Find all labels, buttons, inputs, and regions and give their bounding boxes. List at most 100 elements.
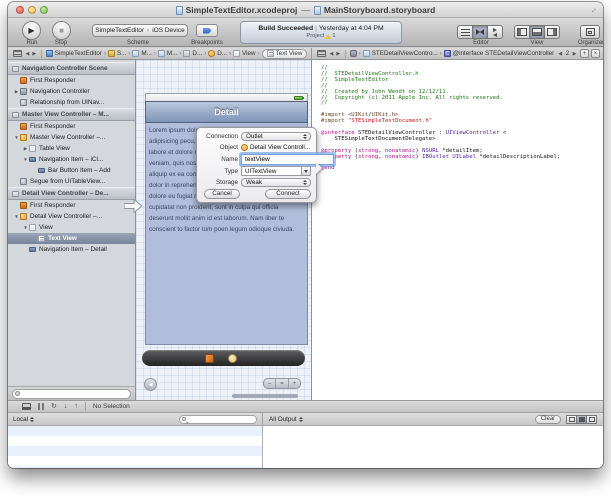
- jumpbar-crumb[interactable]: M...: [132, 50, 152, 57]
- jumpbar-crumb[interactable]: [350, 50, 357, 57]
- collapse-left-icon: ◀: [149, 382, 153, 388]
- view-controller-dock-icon[interactable]: [205, 354, 214, 363]
- add-assistant-button[interactable]: +: [580, 49, 589, 58]
- scene-header[interactable]: Master View Controller – M...: [8, 108, 135, 121]
- combo-dropdown-button[interactable]: [301, 167, 310, 175]
- outline-row[interactable]: ▼Master View Controller –...: [8, 132, 135, 143]
- zoom-out-button[interactable]: –: [264, 379, 275, 388]
- divider: [41, 50, 42, 58]
- pause-icon[interactable]: [38, 403, 44, 410]
- jumpbar-crumb[interactable]: M...: [158, 50, 178, 57]
- title-bar[interactable]: SimpleTextEditor.xcodeproj — MainStorybo…: [8, 2, 603, 18]
- window-title-project: SimpleTextEditor.xcodeproj: [186, 5, 298, 15]
- connection-popup[interactable]: Outlet: [241, 132, 311, 141]
- disclosure-triangle[interactable]: ▼: [22, 157, 29, 162]
- disclosure-triangle[interactable]: ▼: [13, 135, 20, 140]
- stop-button[interactable]: ■: [52, 21, 71, 40]
- close-button[interactable]: [16, 6, 24, 14]
- utilities-toggle-button[interactable]: [544, 25, 560, 39]
- outline-row[interactable]: Text View: [8, 233, 135, 244]
- outline-row[interactable]: ▶Table View: [8, 143, 135, 154]
- view-icon: [29, 224, 36, 231]
- outline-row[interactable]: ▼View: [8, 222, 135, 233]
- zoom-in-button[interactable]: +: [288, 379, 300, 388]
- jumpbar-crumb[interactable]: Text View: [262, 49, 308, 59]
- step-out-icon[interactable]: ↑: [74, 403, 78, 410]
- outline-row[interactable]: Bar Button Item – Add: [8, 165, 135, 176]
- code-editor[interactable]: //// STEDetailViewController.h// SimpleT…: [311, 60, 603, 400]
- connect-button[interactable]: Connect: [265, 189, 311, 199]
- breakpoints-button[interactable]: [196, 24, 218, 37]
- outline-row[interactable]: Segue from UITableView...: [8, 176, 135, 187]
- jumpbar-crumb[interactable]: C@interface STEDetailViewController: [444, 50, 554, 57]
- warning-count[interactable]: 1: [332, 33, 335, 39]
- zoom-button[interactable]: [40, 6, 48, 14]
- ib-canvas[interactable]: Detail Lorem ipsum dolor sit er elit lam…: [136, 60, 311, 400]
- activity-viewer: Build Succeeded|Yesterday at 4:04 PM Pro…: [240, 21, 402, 44]
- forward-button[interactable]: ▶: [336, 51, 340, 57]
- console-layout-control: [567, 415, 597, 424]
- jumpbar-crumb[interactable]: SimpleTextEditor: [46, 50, 102, 57]
- outline-row[interactable]: ▶Navigation Controller: [8, 86, 135, 97]
- debug-area-toggle-button[interactable]: [529, 25, 545, 39]
- version-editor-button[interactable]: [487, 25, 503, 39]
- disclosure-triangle[interactable]: ▼: [13, 214, 20, 219]
- step-into-icon[interactable]: ↓: [64, 403, 68, 410]
- jumpbar-crumb[interactable]: STEDetailViewContro...: [363, 50, 438, 57]
- history-forward-button[interactable]: ▶: [573, 51, 577, 57]
- standard-editor-button[interactable]: [457, 25, 473, 39]
- variables-search-field[interactable]: [179, 415, 257, 424]
- type-combo[interactable]: UITextView: [241, 166, 311, 176]
- outline-row[interactable]: Navigation Item – Detail: [8, 244, 135, 255]
- outline-row[interactable]: First Responder: [8, 75, 135, 86]
- scheme-selector[interactable]: SimpleTextEditor › iOS Device: [92, 24, 188, 37]
- forward-button[interactable]: ▶: [32, 51, 36, 57]
- jumpbar-crumb[interactable]: D...: [183, 50, 202, 57]
- jumpbar-crumb[interactable]: S...: [108, 50, 126, 57]
- debug-area: [8, 426, 603, 468]
- horizontal-scrollbar[interactable]: [232, 394, 298, 398]
- console-scope[interactable]: All Output: [269, 416, 297, 423]
- scene-header[interactable]: Navigation Controller Scene: [8, 62, 135, 75]
- minimize-button[interactable]: [28, 6, 36, 14]
- code-lines: //// STEDetailViewController.h// SimpleT…: [321, 66, 603, 172]
- outline-row[interactable]: First Responder: [8, 121, 135, 132]
- outline-row[interactable]: ▼Detail View Controller –...: [8, 211, 135, 222]
- back-button[interactable]: ◀: [26, 51, 30, 57]
- variables-scope[interactable]: Local: [13, 416, 28, 423]
- divider: [85, 402, 86, 411]
- navigator-toggle-button[interactable]: [514, 25, 530, 39]
- jumpbar-crumb[interactable]: D...: [208, 50, 227, 57]
- disclosure-triangle[interactable]: ▼: [22, 225, 29, 230]
- scene-header[interactable]: Detail View Controller – De...: [8, 187, 135, 200]
- cancel-button[interactable]: Cancel: [204, 189, 240, 199]
- related-items-icon[interactable]: [13, 50, 22, 57]
- clear-console-button[interactable]: Clear: [535, 415, 561, 424]
- history-back-button[interactable]: ◀: [558, 51, 562, 57]
- editor-label: Editor: [466, 40, 496, 46]
- zoom-actual-button[interactable]: =: [275, 379, 287, 388]
- text-view-icon: [38, 235, 45, 242]
- organizer-button[interactable]: [580, 25, 600, 39]
- outline-row[interactable]: Relationship from UINav...: [8, 97, 135, 108]
- run-button[interactable]: ▶: [22, 21, 41, 40]
- related-items-icon[interactable]: [317, 50, 326, 57]
- jumpbar-crumb[interactable]: View: [233, 50, 256, 57]
- outline-row[interactable]: ▼Navigation Item – iCl...: [8, 154, 135, 165]
- disclosure-triangle[interactable]: ▶: [13, 89, 20, 95]
- hide-debug-area-icon[interactable]: [22, 403, 31, 410]
- breadcrumb-separator: ›: [204, 51, 206, 57]
- disclosure-triangle[interactable]: ▶: [22, 146, 29, 152]
- fullscreen-icon[interactable]: ↔: [587, 3, 599, 15]
- outline-filter-field[interactable]: [12, 389, 131, 399]
- close-assistant-button[interactable]: ×: [591, 49, 600, 58]
- first-responder-dock-icon[interactable]: [228, 354, 237, 363]
- storage-popup[interactable]: Weak: [241, 178, 311, 187]
- console-only-button[interactable]: [586, 415, 597, 424]
- assistant-editor-button[interactable]: [472, 25, 488, 39]
- back-button[interactable]: ◀: [330, 51, 334, 57]
- outline-collapse-button[interactable]: ◀: [144, 378, 157, 391]
- step-over-icon[interactable]: ↻: [51, 403, 57, 410]
- navigation-bar[interactable]: Detail: [145, 101, 308, 123]
- outline-row[interactable]: First Responder: [8, 200, 135, 211]
